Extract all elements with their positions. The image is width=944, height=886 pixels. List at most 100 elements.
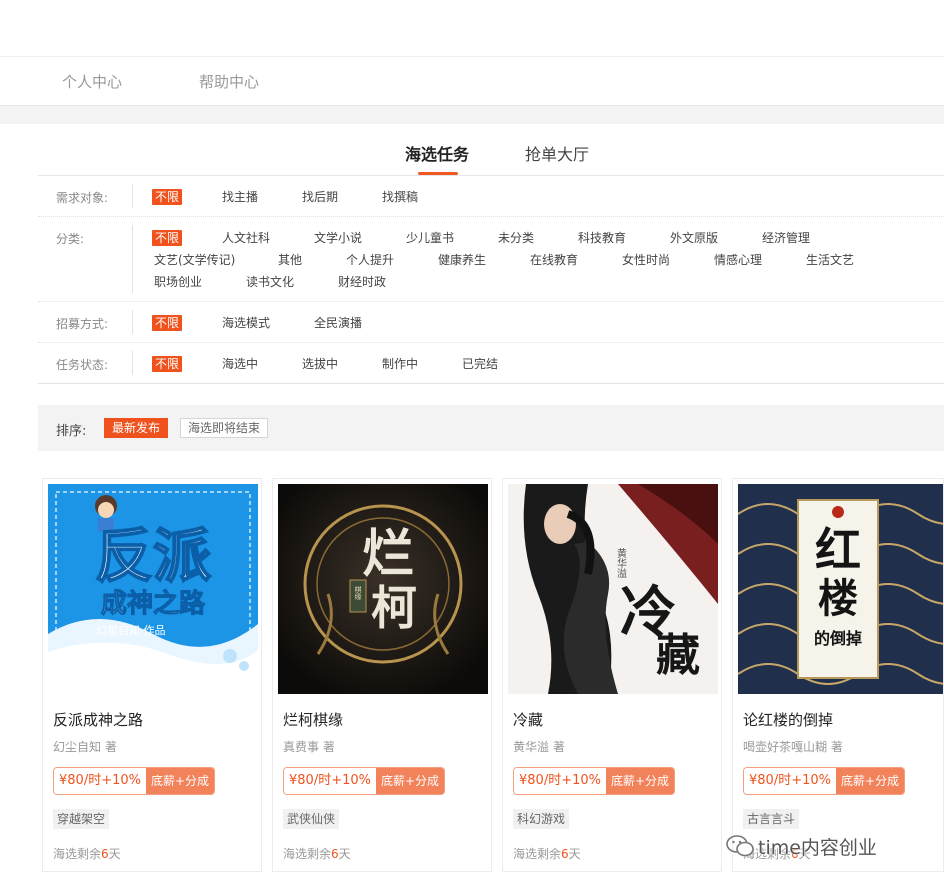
book-title[interactable]: 论红楼的倒掉 xyxy=(743,709,833,730)
task-card[interactable]: 烂 柯 棋缘 烂柯棋缘 真费事 著 ¥80/时+10% 底薪+分成 武侠仙侠 海… xyxy=(272,478,492,872)
genre-tag: 穿越架空 xyxy=(53,809,110,829)
sort-label: 排序: xyxy=(56,424,87,439)
filter-separator xyxy=(132,184,133,208)
wechat-watermark: time内容创业 xyxy=(726,832,877,860)
remain-days: 6 xyxy=(101,847,109,861)
cover-title-text-2: 楼 xyxy=(818,575,858,622)
price-value: ¥80/时+10% xyxy=(514,768,606,794)
book-cover[interactable]: 反派 成神之路 幻星自知 作品 xyxy=(48,484,258,694)
book-title[interactable]: 冷藏 xyxy=(513,709,543,730)
price-badge: ¥80/时+10% 底薪+分成 xyxy=(513,767,676,795)
filter-recruit: 招募方式: 不限 海选模式 全民演播 xyxy=(38,302,944,343)
filter-category-option[interactable]: 个人提升 xyxy=(346,252,394,268)
price-badge: ¥80/时+10% 底薪+分成 xyxy=(283,767,446,795)
audition-remaining: 海选剩余6天 xyxy=(283,845,351,862)
price-type: 底薪+分成 xyxy=(145,768,215,794)
sort-newest-button[interactable]: 最新发布 xyxy=(104,418,169,438)
filter-recruit-public[interactable]: 全民演播 xyxy=(314,315,362,331)
task-card[interactable]: 反派 成神之路 幻星自知 作品 反派成神之路 幻尘自知 著 ¥80/时+10% … xyxy=(42,478,262,872)
remain-prefix: 海选剩余 xyxy=(283,847,332,861)
filter-status-label: 任务状态: xyxy=(56,358,109,372)
main-nav: 个人中心 帮助中心 xyxy=(0,57,944,106)
audition-remaining: 海选剩余6天 xyxy=(513,845,581,862)
price-value: ¥80/时+10% xyxy=(284,768,376,794)
filter-recruit-all[interactable]: 不限 xyxy=(152,315,183,331)
book-cover[interactable]: 冷 藏 黄华溢 xyxy=(508,484,718,694)
filter-category-option[interactable]: 文学小说 xyxy=(314,230,362,246)
price-value: ¥80/时+10% xyxy=(54,768,146,794)
top-header xyxy=(0,0,944,57)
cover-author-text: 幻星自知 作品 xyxy=(96,623,166,637)
filter-category-option[interactable]: 情感心理 xyxy=(714,252,762,268)
remain-days: 6 xyxy=(561,847,569,861)
price-badge: ¥80/时+10% 底薪+分成 xyxy=(743,767,906,795)
nav-personal-center[interactable]: 个人中心 xyxy=(62,71,122,92)
filter-category-option[interactable]: 生活文艺 xyxy=(806,252,854,268)
filter-recruit-label: 招募方式: xyxy=(56,317,109,331)
filter-status-auditioning[interactable]: 海选中 xyxy=(222,356,258,372)
watermark-text: time内容创业 xyxy=(758,836,877,859)
filter-category-option[interactable]: 健康养生 xyxy=(438,252,486,268)
book-author: 幻尘自知 著 xyxy=(53,740,117,754)
cover-title-text-2: 柯 xyxy=(371,581,417,635)
filter-status-all[interactable]: 不限 xyxy=(152,356,183,372)
tab-order-hall[interactable]: 抢单大厅 xyxy=(525,141,589,165)
active-tab-indicator xyxy=(418,172,458,175)
filter-category-option[interactable]: 经济管理 xyxy=(762,230,810,246)
book-cover[interactable]: 烂 柯 棋缘 xyxy=(278,484,488,694)
filter-category-all[interactable]: 不限 xyxy=(152,230,183,246)
remain-prefix: 海选剩余 xyxy=(513,847,562,861)
book-title[interactable]: 烂柯棋缘 xyxy=(283,709,343,730)
task-tabs: 海选任务 抢单大厅 xyxy=(38,124,944,176)
filter-category-option[interactable]: 其他 xyxy=(278,252,302,268)
task-panel: 海选任务 抢单大厅 需求对象: 不限 找主播 找后期 找撰稿 分类: 不限 人文… xyxy=(16,124,944,886)
price-type: 底薪+分成 xyxy=(835,768,905,794)
genre-tag: 古言言斗 xyxy=(743,809,800,829)
filter-category-option[interactable]: 外文原版 xyxy=(670,230,718,246)
price-type: 底薪+分成 xyxy=(605,768,675,794)
filter-target-all[interactable]: 不限 xyxy=(152,189,183,205)
remain-suffix: 天 xyxy=(568,847,581,861)
filter-status-finished[interactable]: 已完结 xyxy=(462,356,498,372)
filter-category-option[interactable]: 财经时政 xyxy=(338,274,386,290)
audition-remaining: 海选剩余6天 xyxy=(53,845,121,862)
cover-subtitle-text: 的倒掉 xyxy=(814,629,862,648)
filter-category-option[interactable]: 少儿童书 xyxy=(406,230,454,246)
filter-category-option[interactable]: 职场创业 xyxy=(154,274,202,290)
filter-status-producing[interactable]: 制作中 xyxy=(382,356,418,372)
filter-status: 任务状态: 不限 海选中 选拔中 制作中 已完结 xyxy=(38,343,944,384)
filter-category-option[interactable]: 科技教育 xyxy=(578,230,626,246)
filter-category-option[interactable]: 女性时尚 xyxy=(622,252,670,268)
filter-category: 分类: 不限 人文社科 文学小说 少儿童书 未分类 科技教育 外文原版 经济管理… xyxy=(38,217,944,302)
filter-category-option[interactable]: 文艺(文学传记) xyxy=(154,252,235,268)
remain-suffix: 天 xyxy=(338,847,351,861)
nav-help-center[interactable]: 帮助中心 xyxy=(199,71,259,92)
filter-category-option[interactable]: 人文社科 xyxy=(222,230,270,246)
filter-target-writer[interactable]: 找撰稿 xyxy=(382,189,418,205)
book-author: 真费事 著 xyxy=(283,740,335,754)
page-background xyxy=(0,106,944,124)
book-title[interactable]: 反派成神之路 xyxy=(53,709,143,730)
sort-ending-soon-button[interactable]: 海选即将结束 xyxy=(180,418,269,438)
price-value: ¥80/时+10% xyxy=(744,768,836,794)
task-card[interactable]: 红 楼 的倒掉 论红楼的倒掉 喝壶好茶嘎山糊 著 ¥80/时+10% 底薪+分成… xyxy=(732,478,944,872)
filter-separator xyxy=(132,351,133,375)
filter-category-label: 分类: xyxy=(56,232,85,246)
book-author: 喝壶好茶嘎山糊 著 xyxy=(743,740,843,754)
filter-target-host[interactable]: 找主播 xyxy=(222,189,258,205)
filter-status-selecting[interactable]: 选拔中 xyxy=(302,356,338,372)
filter-target-postprod[interactable]: 找后期 xyxy=(302,189,338,205)
price-type: 底薪+分成 xyxy=(375,768,445,794)
filter-category-option[interactable]: 读书文化 xyxy=(246,274,294,290)
book-cover[interactable]: 红 楼 的倒掉 xyxy=(738,484,943,694)
filter-category-option[interactable]: 未分类 xyxy=(498,230,534,246)
task-card[interactable]: 冷 藏 黄华溢 冷藏 黄华溢 著 ¥80/时+10% 底薪+分成 科幻游戏 海选… xyxy=(502,478,722,872)
book-author: 黄华溢 著 xyxy=(513,740,565,754)
filter-category-option[interactable]: 在线教育 xyxy=(530,252,578,268)
tab-audition-tasks[interactable]: 海选任务 xyxy=(405,141,469,165)
sort-bar: 排序: 最新发布 海选即将结束 xyxy=(38,405,944,451)
remain-prefix: 海选剩余 xyxy=(53,847,102,861)
filter-recruit-audition[interactable]: 海选模式 xyxy=(222,315,270,331)
cover-title-text: 烂 xyxy=(362,524,414,585)
filter-target: 需求对象: 不限 找主播 找后期 找撰稿 xyxy=(38,176,944,217)
